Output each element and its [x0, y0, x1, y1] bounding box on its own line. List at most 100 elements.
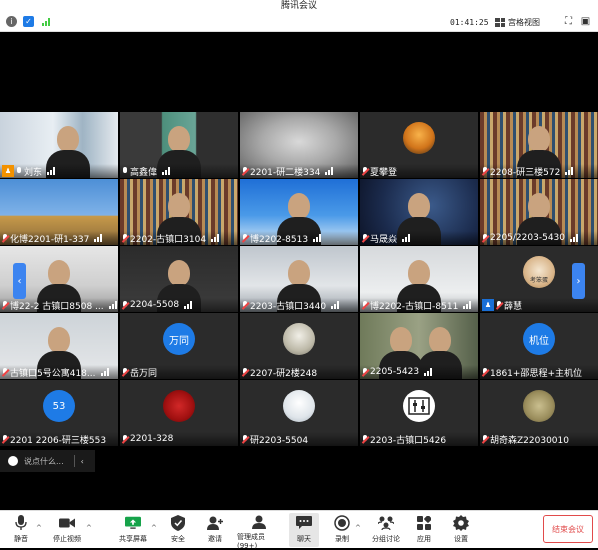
security-button[interactable]: 安全: [168, 513, 188, 547]
participant-avatar: 53: [43, 390, 75, 422]
avatar-text: 考笨蛋: [529, 276, 548, 284]
participant-tile[interactable]: 2204-5508: [120, 246, 238, 312]
chat-button[interactable]: 聊天: [289, 513, 319, 547]
participant-tile[interactable]: 博2202-古镇口-8511: [360, 246, 478, 312]
participant-tile[interactable]: 2201-328: [120, 380, 238, 446]
collapse-chat-icon[interactable]: ‹: [81, 457, 84, 466]
participant-tile[interactable]: 夏攀登: [360, 112, 478, 178]
chevron-up-icon[interactable]: ^: [355, 524, 361, 532]
participant-tile[interactable]: 古镇口5号公寓418...: [0, 313, 118, 379]
cohost-badge-icon: ♟: [482, 299, 494, 311]
participant-name: 2201-研二楼334: [250, 167, 321, 178]
participant-name: 2201-328: [130, 434, 174, 444]
participant-tile[interactable]: 机位 1861+邵思程+主机位: [480, 313, 598, 379]
mic-muted-icon: [362, 233, 368, 243]
participant-name: 2205-5423: [370, 367, 420, 377]
invite-button[interactable]: 邀请: [205, 513, 225, 547]
participant-tile[interactable]: 2208-研三楼572: [480, 112, 598, 178]
layout-icon[interactable]: ▣: [580, 16, 591, 27]
info-icon[interactable]: i: [6, 16, 17, 27]
participant-name-bar: 2201 2206-研三楼553: [0, 432, 118, 446]
next-page-arrow[interactable]: ›: [572, 263, 585, 299]
participant-name-bar: ♟ 刘东: [0, 164, 118, 178]
camera-icon: [59, 515, 75, 531]
participant-tile[interactable]: 2203-古镇口5426: [360, 380, 478, 446]
grid-view-button[interactable]: 宫格视图: [495, 15, 540, 30]
participant-tile[interactable]: 2201-研二楼334: [240, 112, 358, 178]
chevron-up-icon[interactable]: ^: [36, 524, 42, 532]
share-screen-button[interactable]: 共享屏幕: [118, 513, 148, 547]
apps-button[interactable]: 应用: [414, 513, 434, 547]
chat-input-placeholder[interactable]: 说点什么...: [24, 456, 64, 467]
settings-button[interactable]: 设置: [451, 513, 471, 547]
participant-tile[interactable]: 2202-古镇口3104: [120, 179, 238, 245]
participant-tile[interactable]: 化博2201-研1-337: [0, 179, 118, 245]
participant-tile[interactable]: 2207-研2楼248: [240, 313, 358, 379]
participant-name: 博2202-8513: [250, 234, 309, 245]
mute-label: 静音: [14, 535, 28, 543]
previous-page-arrow[interactable]: ‹: [13, 263, 26, 299]
mic-muted-icon: [362, 166, 368, 176]
participant-name: 2203-古镇口3440: [250, 301, 327, 312]
participant-name-bar: 博22-2 古镇口8508 ...: [0, 298, 118, 312]
mic-muted-icon: [242, 166, 248, 176]
participant-name-bar: 2201-328: [120, 432, 238, 446]
network-signal-icon[interactable]: [40, 16, 51, 27]
participant-name-bar: 2202-古镇口3104: [120, 231, 238, 245]
chevron-up-icon[interactable]: ^: [151, 524, 157, 532]
signal-strength-icon: [100, 368, 109, 376]
grid-view-icon: [495, 18, 505, 27]
shield-icon[interactable]: ✓: [23, 16, 34, 27]
participant-name-bar: 化博2201-研1-337: [0, 231, 118, 245]
add-user-icon: [207, 515, 223, 531]
participant-tile[interactable]: 2205/2203-5430: [480, 179, 598, 245]
share-screen-label: 共享屏幕: [119, 535, 147, 543]
participant-name: 2203-古镇口5426: [370, 435, 447, 446]
participant-name: 2202-古镇口3104: [130, 234, 207, 245]
mic-muted-icon: [122, 434, 128, 444]
participant-tile[interactable]: 2205-5423: [360, 313, 478, 379]
mic-muted-icon: [482, 434, 488, 444]
participant-name: 博2202-古镇口-8511: [370, 301, 459, 312]
participant-name-bar: 1861+邵思程+主机位: [480, 365, 598, 379]
participant-tile[interactable]: 53 2201 2206-研三楼553: [0, 380, 118, 446]
signal-strength-icon: [325, 167, 334, 175]
mic-muted-icon: [2, 233, 8, 243]
participant-name: 刘东: [24, 167, 43, 178]
participant-name-bar: 马晟焱: [360, 231, 478, 245]
record-label: 录制: [335, 535, 349, 543]
mute-button[interactable]: 静音: [8, 513, 34, 547]
mic-muted-icon: [496, 300, 502, 310]
participant-avatar: [163, 390, 195, 422]
manage-members-button[interactable]: 管理成员(99+): [237, 513, 281, 550]
end-meeting-button[interactable]: 结束会议: [543, 515, 593, 543]
participant-name: 2205/2203-5430: [490, 233, 565, 243]
stop-video-button[interactable]: 停止视频: [50, 513, 84, 547]
participant-tile[interactable]: 高鑫偉: [120, 112, 238, 178]
chevron-up-icon[interactable]: ^: [86, 524, 92, 532]
participant-tile[interactable]: 胡奇森Z22030010: [480, 380, 598, 446]
mic-muted-icon: [482, 233, 488, 243]
quick-chat-bar[interactable]: 说点什么... ‹: [0, 450, 95, 472]
fullscreen-icon[interactable]: ⛶: [563, 16, 574, 27]
signal-strength-icon: [184, 301, 193, 309]
participant-tile[interactable]: ♟ 刘东: [0, 112, 118, 178]
participant-name: 2204-5508: [130, 300, 180, 310]
participant-tile[interactable]: 马晟焱: [360, 179, 478, 245]
participant-tile[interactable]: 万同 岳万同: [120, 313, 238, 379]
record-button[interactable]: 录制: [332, 513, 352, 547]
participant-name: 博22-2 古镇口8508 ...: [10, 301, 104, 312]
participant-name: 岳万同: [130, 368, 158, 379]
breakout-rooms-button[interactable]: 分组讨论: [370, 513, 402, 547]
participant-avatar: 机位: [523, 323, 555, 355]
participant-name-bar: 古镇口5号公寓418...: [0, 365, 118, 379]
participant-tile[interactable]: 博2202-8513: [240, 179, 358, 245]
emoji-icon[interactable]: [8, 456, 18, 466]
participant-tile[interactable]: 研2203-5504: [240, 380, 358, 446]
participant-tile[interactable]: 2203-古镇口3440: [240, 246, 358, 312]
participant-name-bar: 2208-研三楼572: [480, 164, 598, 178]
participant-name-bar: 夏攀登: [360, 164, 478, 178]
signal-strength-icon: [47, 167, 56, 175]
participant-name-bar: 2203-古镇口3440: [240, 298, 358, 312]
grid-view-label: 宫格视图: [508, 18, 540, 27]
